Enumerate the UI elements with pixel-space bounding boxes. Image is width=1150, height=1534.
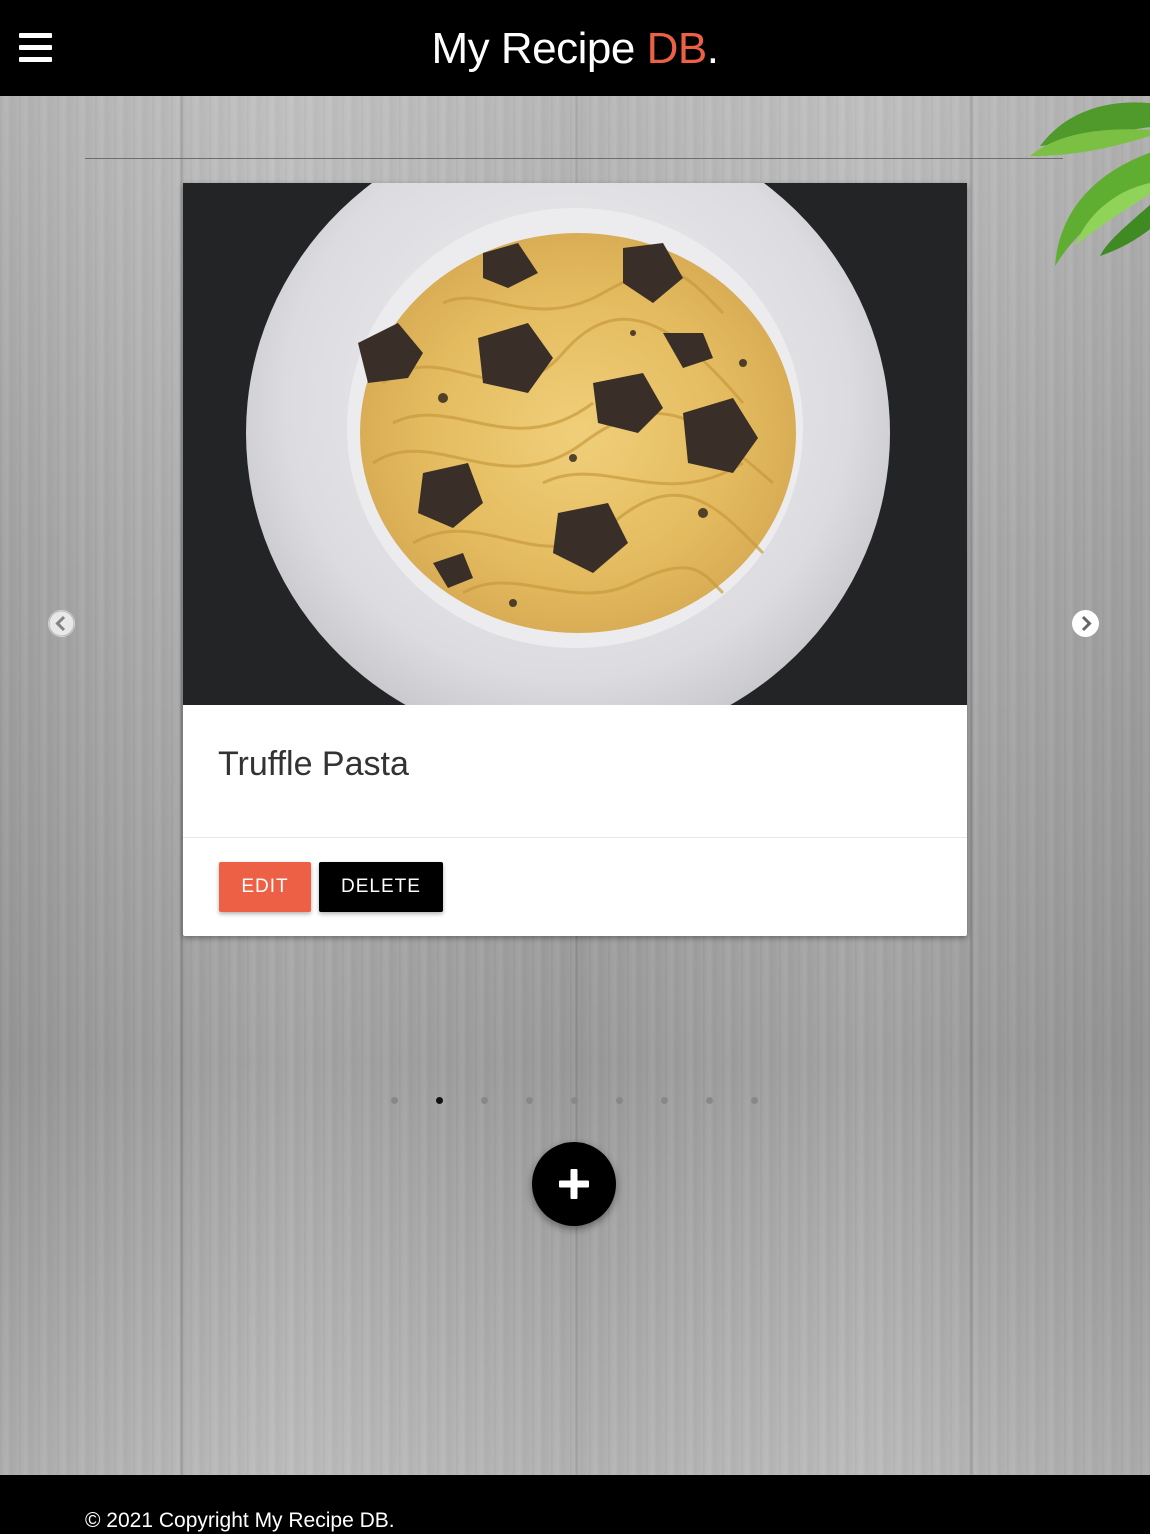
- delete-button[interactable]: DELETE: [319, 862, 443, 912]
- carousel-indicator-3[interactable]: [481, 1097, 488, 1104]
- copyright-text: © 2021 Copyright My Recipe DB.: [85, 1509, 395, 1532]
- page-footer: © 2021 Copyright My Recipe DB.: [0, 1475, 1150, 1534]
- carousel-indicator-2[interactable]: [436, 1097, 443, 1104]
- card-action-divider: [183, 837, 967, 838]
- carousel-indicator-7[interactable]: [661, 1097, 668, 1104]
- section-divider: [85, 158, 1063, 159]
- add-recipe-button[interactable]: [532, 1142, 616, 1226]
- recipe-title: Truffle Pasta: [218, 745, 409, 783]
- carousel-indicator-9[interactable]: [751, 1097, 758, 1104]
- carousel-indicator-4[interactable]: [526, 1097, 533, 1104]
- chevron-left-icon: [48, 610, 75, 637]
- brand-logo[interactable]: My Recipe DB.: [0, 24, 1150, 74]
- carousel-prev-button[interactable]: [48, 610, 75, 637]
- plus-icon: [559, 1169, 589, 1199]
- recipe-card: Truffle Pasta EDIT DELETE: [183, 183, 967, 936]
- brand-accent: DB: [646, 24, 708, 73]
- recipe-image[interactable]: [183, 183, 967, 705]
- top-navbar: My Recipe DB.: [0, 0, 1150, 96]
- carousel-indicator-5[interactable]: [571, 1097, 578, 1104]
- brand-text: My Recipe: [431, 24, 647, 73]
- carousel-indicator-1[interactable]: [391, 1097, 398, 1104]
- leaf-decoration: [1030, 102, 1150, 266]
- edit-button[interactable]: EDIT: [219, 862, 311, 912]
- carousel-indicator-8[interactable]: [706, 1097, 713, 1104]
- truffle-pasta-photo: [183, 183, 967, 705]
- carousel-next-button[interactable]: [1072, 610, 1099, 637]
- recipe-carousel-section: Truffle Pasta EDIT DELETE: [0, 96, 1150, 1475]
- brand-dot: .: [706, 24, 719, 73]
- chevron-right-icon: [1073, 611, 1098, 636]
- carousel-indicator-6[interactable]: [616, 1097, 623, 1104]
- carousel-indicators: [0, 1095, 1150, 1107]
